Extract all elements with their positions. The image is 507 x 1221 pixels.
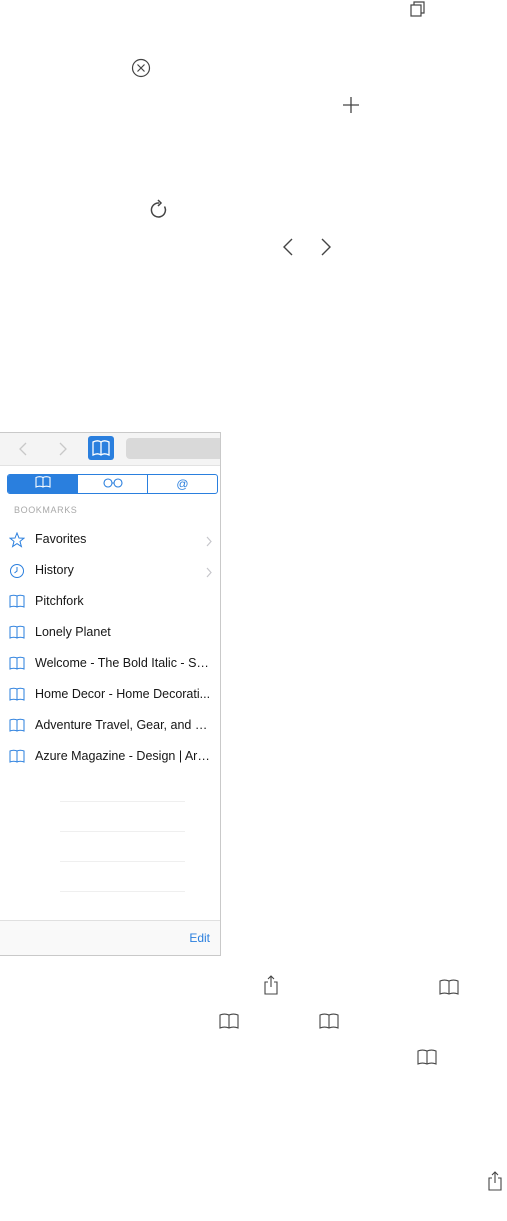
star-icon xyxy=(8,531,26,548)
bookmark-label: Welcome - The Bold Italic - Sa... xyxy=(35,656,213,670)
reload-icon[interactable] xyxy=(149,198,169,220)
book-icon xyxy=(9,625,25,641)
bookmark-label: Lonely Planet xyxy=(35,625,111,639)
back-icon[interactable] xyxy=(18,442,28,456)
book-icon[interactable] xyxy=(319,1013,339,1029)
bookmark-row[interactable]: Welcome - The Bold Italic - Sa... xyxy=(0,649,220,679)
shared-links-tab[interactable]: @ xyxy=(147,475,217,493)
bookmarks-tab[interactable] xyxy=(8,475,77,493)
book-icon xyxy=(9,687,25,703)
bookmark-row[interactable]: History xyxy=(0,556,220,586)
glasses-icon xyxy=(102,475,124,493)
panel-footer: Edit xyxy=(0,920,220,955)
at-icon: @ xyxy=(176,477,189,491)
book-icon xyxy=(9,594,25,610)
bookmark-row[interactable]: Home Decor - Home Decorati... xyxy=(0,680,220,710)
empty-row-divider xyxy=(60,891,185,892)
edit-button[interactable]: Edit xyxy=(189,931,210,945)
bookmark-row[interactable]: Favorites xyxy=(0,525,220,555)
bookmark-label: Pitchfork xyxy=(35,594,84,608)
bookmark-row[interactable]: Azure Magazine - Design | Arc... xyxy=(0,742,220,772)
book-icon[interactable] xyxy=(219,1013,239,1029)
book-icon[interactable] xyxy=(439,979,459,995)
bookmark-label: Home Decor - Home Decorati... xyxy=(35,687,211,701)
bookmark-label: Favorites xyxy=(35,532,87,546)
chevron-right-icon xyxy=(206,565,212,578)
empty-row-divider xyxy=(60,801,185,802)
book-icon xyxy=(34,475,51,493)
book-icon xyxy=(9,656,25,672)
forward-icon[interactable] xyxy=(58,442,68,456)
bookmark-row[interactable]: Pitchfork xyxy=(0,587,220,617)
bookmarks-button[interactable] xyxy=(88,436,114,460)
reading-list-tab[interactable] xyxy=(77,475,147,493)
panel-toolbar xyxy=(0,433,220,466)
book-icon xyxy=(9,749,25,765)
chevron-right-icon xyxy=(206,534,212,547)
bookmark-label: History xyxy=(35,563,74,577)
section-title: BOOKMARKS xyxy=(14,505,78,515)
panel-segmented-control: @ xyxy=(7,474,218,494)
tabs-icon[interactable] xyxy=(409,0,427,18)
chevron-right-icon[interactable] xyxy=(320,237,332,257)
share-icon[interactable] xyxy=(263,975,279,995)
empty-row-divider xyxy=(60,831,185,832)
bookmark-row[interactable]: Lonely Planet xyxy=(0,618,220,648)
plus-icon[interactable] xyxy=(342,96,360,114)
bookmark-label: Azure Magazine - Design | Arc... xyxy=(35,749,213,763)
clear-circle-icon[interactable] xyxy=(131,58,151,78)
address-bar[interactable] xyxy=(126,438,220,459)
chevron-left-icon[interactable] xyxy=(282,237,294,257)
book-icon[interactable] xyxy=(417,1049,437,1065)
bookmark-label: Adventure Travel, Gear, and Fi... xyxy=(35,718,213,732)
share-icon[interactable] xyxy=(487,1171,503,1191)
book-icon xyxy=(9,718,25,734)
clock-icon xyxy=(9,563,25,579)
empty-row-divider xyxy=(60,861,185,862)
bookmark-row[interactable]: Adventure Travel, Gear, and Fi... xyxy=(0,711,220,741)
bookmarks-panel: @ BOOKMARKS Favorites History Pitchfork Lon… xyxy=(0,432,221,956)
